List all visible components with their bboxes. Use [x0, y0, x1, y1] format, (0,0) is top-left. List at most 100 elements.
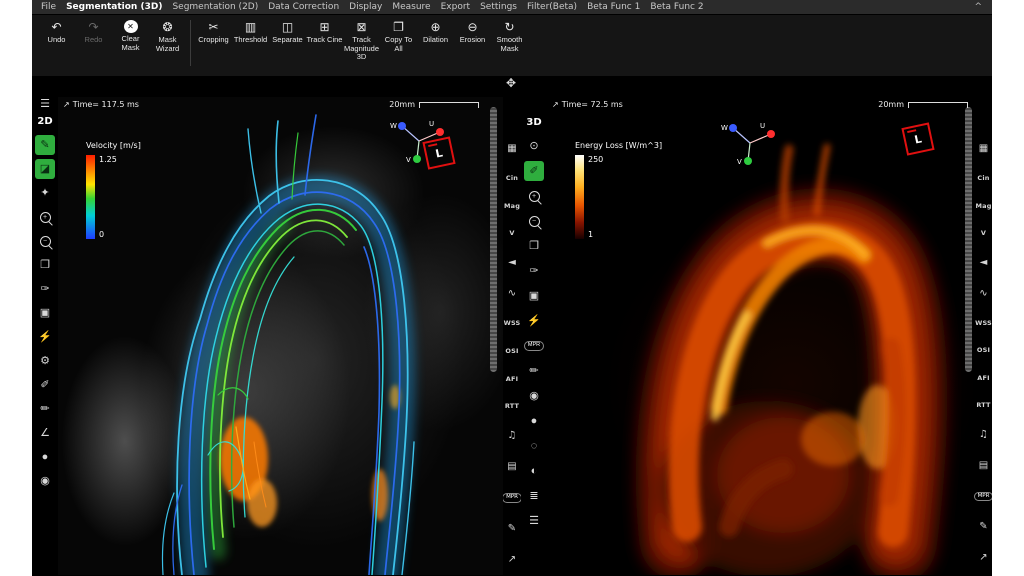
zoom-in-tool-button[interactable]: +	[524, 186, 544, 206]
afi-button[interactable]: AFI	[977, 375, 990, 382]
rtt-button[interactable]: RTT	[505, 403, 519, 410]
label-map-tool-button[interactable]: ▣	[524, 286, 544, 306]
menu-beta-func-1[interactable]: Beta Func 1	[582, 2, 645, 12]
brush-tool-button[interactable]: ✑	[524, 261, 544, 281]
pencil-icon[interactable]: ✎	[508, 524, 516, 534]
notes-icon[interactable]: ♫	[508, 431, 517, 441]
zoom-out-tool-button[interactable]: −	[524, 211, 544, 231]
stack-tool-button[interactable]: ☰	[524, 511, 544, 531]
dropper-icon: ✐	[40, 380, 49, 391]
droplet-icon: ●	[531, 416, 538, 427]
hamburger-menu-icon[interactable]: ☰	[40, 97, 50, 110]
velocity-button[interactable]: V	[509, 230, 514, 237]
expand-icon[interactable]: ↗	[979, 553, 987, 563]
flash-tool-button[interactable]: ⚡	[524, 311, 544, 331]
menu-settings[interactable]: Settings	[475, 2, 522, 12]
wave-icon[interactable]: ∿	[979, 289, 987, 299]
magic-wand-tool-button[interactable]: ✦	[35, 183, 55, 203]
wss-button[interactable]: WSS	[975, 320, 992, 327]
droplet-tool-button[interactable]: ●	[524, 411, 544, 431]
right-viewport[interactable]: ↗ Time= 72.5 ms 20mm Energy Loss [W/m^3]…	[547, 97, 992, 575]
annotate-tool-button[interactable]: ✏	[35, 399, 55, 419]
lines-tool-button[interactable]: ≣	[524, 486, 544, 506]
viewport-splitter-handle[interactable]: ✥	[506, 76, 516, 90]
clear-mask-button[interactable]: ✕ Clear Mask	[112, 18, 149, 52]
paint-tool-button[interactable]: ✐	[524, 161, 544, 181]
grid2-icon[interactable]: ▤	[507, 462, 516, 472]
slice-scrollbar[interactable]	[490, 107, 497, 372]
pencil-tool-button[interactable]: ✎	[35, 135, 55, 155]
smooth-brush-tool-button[interactable]: ✑	[35, 279, 55, 299]
rtt-button[interactable]: RTT	[976, 402, 990, 409]
menu-data-correction[interactable]: Data Correction	[263, 2, 344, 12]
wss-button[interactable]: WSS	[504, 320, 521, 327]
power-tool-button[interactable]: ⊙	[524, 136, 544, 156]
cine-button[interactable]: Cin	[977, 175, 989, 182]
menu-segmentation-2d[interactable]: Segmentation (2D)	[167, 2, 263, 12]
grid-icon[interactable]: ▦	[507, 144, 516, 154]
slice-scrollbar[interactable]	[965, 107, 972, 372]
contrast-tool-button[interactable]: ◐	[524, 461, 544, 481]
lightning-icon: ⚡	[38, 332, 52, 343]
mag-button[interactable]: Mag	[975, 203, 991, 210]
expand-icon[interactable]: ↗	[63, 100, 70, 109]
annotate-tool-button[interactable]: ✏	[524, 361, 544, 381]
settings-tool-button[interactable]: ⚙	[35, 351, 55, 371]
menu-filter-beta[interactable]: Filter(Beta)	[522, 2, 582, 12]
menu-segmentation-3d[interactable]: Segmentation (3D)	[61, 2, 167, 12]
grid2-icon[interactable]: ▤	[979, 461, 988, 471]
osi-button[interactable]: OSI	[505, 348, 518, 355]
menu-file[interactable]: File	[36, 2, 61, 12]
pencil-icon: ✎	[40, 140, 49, 151]
velocity-button[interactable]: V	[981, 230, 986, 237]
mpr-chip[interactable]: MPR	[502, 493, 522, 503]
dilation-button[interactable]: ⊕ Dilation	[417, 18, 454, 45]
angle-tool-button[interactable]: ∠	[35, 423, 55, 443]
track-magnitude-3d-button[interactable]: ⊠ Track Magnitude 3D	[343, 18, 380, 62]
droplet-tool-button[interactable]: ●	[35, 447, 55, 467]
camera-tool-button[interactable]: ◉	[524, 386, 544, 406]
mag-button[interactable]: Mag	[504, 203, 520, 210]
menu-beta-func-2[interactable]: Beta Func 2	[645, 2, 708, 12]
collapse-ribbon-button[interactable]: ^	[974, 2, 988, 12]
camera-tool-button[interactable]: ◉	[35, 471, 55, 491]
duplicate-tool-button[interactable]: ❐	[35, 255, 55, 275]
mpr-chip[interactable]: MPR	[974, 492, 992, 502]
notes-icon[interactable]: ♫	[979, 430, 988, 440]
eraser-tool-button[interactable]: ◪	[35, 159, 55, 179]
menu-export[interactable]: Export	[436, 2, 475, 12]
wave-icon[interactable]: ∿	[508, 289, 516, 299]
speaker-icon[interactable]: ◄	[980, 258, 988, 268]
redo-button[interactable]: ↷ Redo	[75, 18, 112, 45]
track-cine-button[interactable]: ⊞ Track Cine	[306, 18, 343, 45]
grid-icon[interactable]: ▦	[979, 144, 988, 154]
duplicate-tool-button[interactable]: ❐	[524, 236, 544, 256]
mask-wizard-button[interactable]: ❂ Mask Wizard	[149, 18, 186, 53]
threshold-button[interactable]: ▥ Threshold	[232, 18, 269, 45]
expand-icon[interactable]: ↗	[508, 555, 516, 565]
spinner-tool-button[interactable]: ◌	[524, 436, 544, 456]
speaker-icon[interactable]: ◄	[508, 258, 516, 268]
erosion-button[interactable]: ⊖ Erosion	[454, 18, 491, 45]
zoom-in-tool-button[interactable]: +	[35, 207, 55, 227]
pencil-icon[interactable]: ✎	[979, 522, 987, 532]
osi-button[interactable]: OSI	[977, 347, 990, 354]
flash-tool-button[interactable]: ⚡	[35, 327, 55, 347]
afi-button[interactable]: AFI	[506, 376, 519, 383]
menu-display[interactable]: Display	[344, 2, 387, 12]
left-viewport[interactable]: ↗ Time= 117.5 ms 20mm Velocity [m/s] 1.2…	[58, 97, 503, 575]
smooth-mask-button[interactable]: ↻ Smooth Mask	[491, 18, 528, 53]
zoom-out-tool-button[interactable]: −	[35, 231, 55, 251]
brush-icon: ✑	[529, 266, 538, 277]
separate-button[interactable]: ◫ Separate	[269, 18, 306, 45]
expand-icon[interactable]: ↗	[552, 100, 559, 109]
menu-measure[interactable]: Measure	[387, 2, 435, 12]
cropping-button[interactable]: ✂ Cropping	[195, 18, 232, 45]
mpr-tool-button[interactable]: MPR	[524, 336, 544, 356]
label-map-tool-button[interactable]: ▣	[35, 303, 55, 323]
copy-to-all-button[interactable]: ❐ Copy To All	[380, 18, 417, 53]
undo-button[interactable]: ↶ Undo	[38, 18, 75, 45]
axis-v-dot	[413, 155, 421, 163]
dropper-tool-button[interactable]: ✐	[35, 375, 55, 395]
cine-button[interactable]: Cin	[506, 175, 518, 182]
